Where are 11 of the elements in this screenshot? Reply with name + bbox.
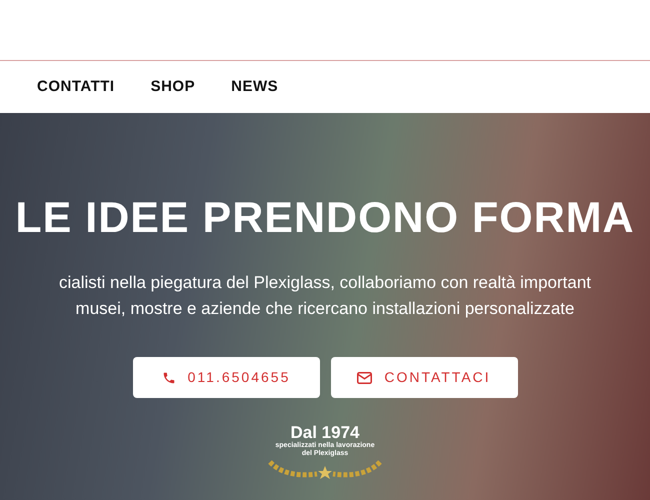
nav-link[interactable]: SHOP <box>150 76 196 98</box>
nav-link[interactable]: NEWS <box>231 76 278 98</box>
phone-button[interactable]: 011.6504655 <box>132 357 320 398</box>
contact-button[interactable]: CONTATTACI <box>330 357 518 398</box>
badge-year: Dal 1974 <box>290 424 360 442</box>
phone-icon <box>162 370 176 384</box>
nav-link[interactable]: CONTATTI <box>37 76 115 98</box>
hero-subtitle: cialisti nella piegatura del Plexiglass, collaboriamo con realtà important <box>59 272 591 294</box>
envelope-icon <box>357 372 372 384</box>
hero-title: LE IDEE PRENDONO FORMA <box>15 197 635 240</box>
hero-subtitle: musei, mostre e aziende che ricercano installazioni personalizzate <box>76 298 574 320</box>
